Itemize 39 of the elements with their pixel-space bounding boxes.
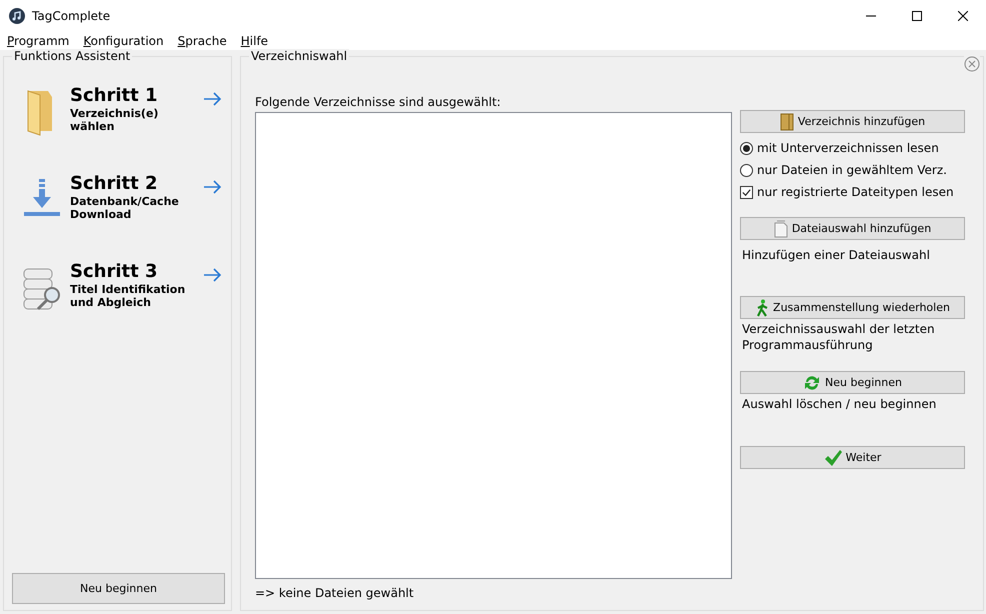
radio-option[interactable]: nur Dateien in gewähltem Verz. <box>740 159 965 181</box>
menu-item[interactable]: Programm <box>7 34 70 48</box>
action-button[interactable]: Dateiauswahl hinzufügen <box>740 217 965 240</box>
step-title[interactable]: Schritt 2 <box>70 173 188 195</box>
checkmark-icon <box>824 448 842 466</box>
action-button[interactable]: Zusammenstellung wiederholen <box>740 296 965 319</box>
close-icon[interactable] <box>958 11 968 21</box>
step-title[interactable]: Schritt 1 <box>70 85 188 107</box>
list-label: Folgende Verzeichnisse sind ausgewählt: <box>255 95 502 111</box>
arrow-right-icon[interactable] <box>204 268 222 282</box>
group-title: Funktions Assistent <box>12 49 132 63</box>
step-description: Datenbank/Cache Download <box>70 195 180 221</box>
menu-item[interactable]: Sprache <box>178 34 227 48</box>
menu-item[interactable]: Hilfe <box>240 34 268 48</box>
checkbox-option[interactable]: nur registrierte Dateitypen lesen <box>740 181 965 203</box>
action-button[interactable]: Verzeichnis hinzufügen <box>740 110 965 133</box>
radio-option[interactable]: mit Unterverzeichnissen lesen <box>740 137 965 159</box>
app-logo-icon <box>9 8 25 24</box>
group-title: Verzeichniswahl <box>249 49 350 63</box>
step-description: Verzeichnis(e) wählen <box>70 107 160 133</box>
action-button[interactable]: Neu beginnen <box>740 371 965 394</box>
help-text: Auswahl löschen / neu beginnen <box>742 396 938 412</box>
step-description: Titel Identifikation und Abgleich <box>70 283 186 309</box>
folder-icon <box>780 112 794 130</box>
document-icon <box>774 220 788 238</box>
window-title: TagComplete <box>32 9 110 23</box>
menu-item[interactable]: Konfiguration <box>83 34 164 48</box>
restart-button[interactable]: Neu beginnen <box>12 573 225 604</box>
arrow-right-icon[interactable] <box>204 92 222 106</box>
walking-figure-icon <box>755 298 770 316</box>
maximize-icon[interactable] <box>912 11 922 21</box>
refresh-icon <box>803 374 822 392</box>
arrow-right-icon[interactable] <box>204 180 222 194</box>
action-button[interactable]: Weiter <box>740 446 965 469</box>
help-text: Verzeichnissauswahl der letzten Programmausführung <box>742 321 936 353</box>
step-title[interactable]: Schritt 3 <box>70 261 188 283</box>
status-text: => keine Dateien gewählt <box>255 586 415 600</box>
checkmark-icon <box>741 186 752 198</box>
help-text: Hinzufügen einer Dateiauswahl <box>742 247 931 263</box>
